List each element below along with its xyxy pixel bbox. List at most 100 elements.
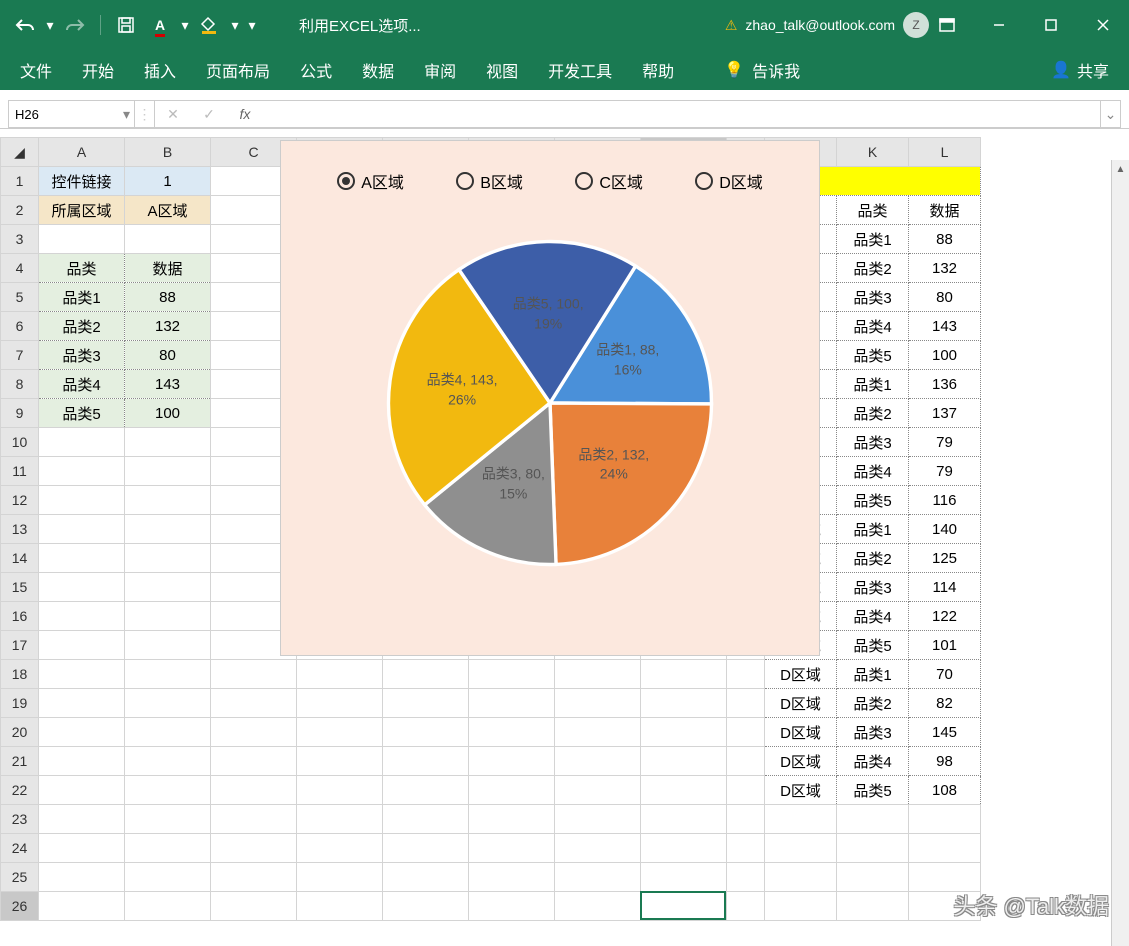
cell-K3[interactable]: 品类1 (837, 225, 909, 254)
cell-C19[interactable] (211, 689, 297, 718)
row-header-13[interactable]: 13 (1, 515, 39, 544)
cell-C18[interactable] (211, 660, 297, 689)
spreadsheet-grid[interactable]: ◢ A B C D E F G H I J K L 1控件链接1数据源2所属区域… (0, 137, 1129, 921)
cell-J24[interactable] (765, 834, 837, 863)
cell-H20[interactable] (641, 718, 727, 747)
cell-A3[interactable] (39, 225, 125, 254)
cell-C23[interactable] (211, 805, 297, 834)
row-header-7[interactable]: 7 (1, 341, 39, 370)
cell-H18[interactable] (641, 660, 727, 689)
cell-J26[interactable] (765, 892, 837, 921)
chart-container[interactable]: A区域 B区域 C区域 D区域 品类1, 88,16%品类2, 132,24%品… (280, 140, 820, 656)
row-header-16[interactable]: 16 (1, 602, 39, 631)
cell-K10[interactable]: 品类3 (837, 428, 909, 457)
cell-B25[interactable] (125, 863, 211, 892)
cell-J22[interactable]: D区域 (765, 776, 837, 805)
cell-C24[interactable] (211, 834, 297, 863)
cell-K23[interactable] (837, 805, 909, 834)
cell-D18[interactable] (297, 660, 383, 689)
cell-A23[interactable] (39, 805, 125, 834)
cell-K20[interactable]: 品类3 (837, 718, 909, 747)
cell-F22[interactable] (469, 776, 555, 805)
cell-A4[interactable]: 品类 (39, 254, 125, 283)
cell-K15[interactable]: 品类3 (837, 573, 909, 602)
cell-K4[interactable]: 品类2 (837, 254, 909, 283)
cancel-formula-button[interactable]: ✕ (155, 101, 191, 127)
cell-F19[interactable] (469, 689, 555, 718)
cell-L14[interactable]: 125 (909, 544, 981, 573)
cell-L21[interactable]: 98 (909, 747, 981, 776)
cell-H22[interactable] (641, 776, 727, 805)
radio-option-c[interactable]: C区域 (575, 169, 643, 193)
cell-A26[interactable] (39, 892, 125, 921)
cell-J21[interactable]: D区域 (765, 747, 837, 776)
tab-page-layout[interactable]: 页面布局 (206, 58, 270, 82)
row-header-5[interactable]: 5 (1, 283, 39, 312)
cell-A2[interactable]: 所属区域 (39, 196, 125, 225)
user-email[interactable]: zhao_talk@outlook.com (745, 17, 895, 33)
minimize-button[interactable] (973, 0, 1025, 50)
radio-option-d[interactable]: D区域 (695, 169, 763, 193)
cell-L24[interactable] (909, 834, 981, 863)
cell-B20[interactable] (125, 718, 211, 747)
cell-L16[interactable]: 122 (909, 602, 981, 631)
row-header-20[interactable]: 20 (1, 718, 39, 747)
cell-L5[interactable]: 80 (909, 283, 981, 312)
cell-A20[interactable] (39, 718, 125, 747)
cell-L17[interactable]: 101 (909, 631, 981, 660)
cell-B4[interactable]: 数据 (125, 254, 211, 283)
cell-G18[interactable] (555, 660, 641, 689)
undo-dropdown[interactable]: ▾ (44, 10, 56, 40)
cell-A22[interactable] (39, 776, 125, 805)
row-header-12[interactable]: 12 (1, 486, 39, 515)
tab-insert[interactable]: 插入 (144, 58, 176, 82)
cell-B8[interactable]: 143 (125, 370, 211, 399)
col-header-L[interactable]: L (909, 138, 981, 167)
cell-L12[interactable]: 116 (909, 486, 981, 515)
cell-K5[interactable]: 品类3 (837, 283, 909, 312)
cell-A12[interactable] (39, 486, 125, 515)
cell-L7[interactable]: 100 (909, 341, 981, 370)
cell-B7[interactable]: 80 (125, 341, 211, 370)
select-all-corner[interactable]: ◢ (1, 138, 39, 167)
row-header-2[interactable]: 2 (1, 196, 39, 225)
cell-J18[interactable]: D区域 (765, 660, 837, 689)
cell-K19[interactable]: 品类2 (837, 689, 909, 718)
cell-J25[interactable] (765, 863, 837, 892)
cell-E23[interactable] (383, 805, 469, 834)
cell-L25[interactable] (909, 863, 981, 892)
cell-B3[interactable] (125, 225, 211, 254)
row-header-3[interactable]: 3 (1, 225, 39, 254)
cell-B1[interactable]: 1 (125, 167, 211, 196)
share-button[interactable]: 👤 共享 (1051, 58, 1109, 82)
row-header-18[interactable]: 18 (1, 660, 39, 689)
cell-K2[interactable]: 品类 (837, 196, 909, 225)
row-header-6[interactable]: 6 (1, 312, 39, 341)
cell-A7[interactable]: 品类3 (39, 341, 125, 370)
cell-B26[interactable] (125, 892, 211, 921)
cell-K7[interactable]: 品类5 (837, 341, 909, 370)
cell-B6[interactable]: 132 (125, 312, 211, 341)
cell-I22[interactable] (727, 776, 765, 805)
qat-customize[interactable]: ▾ (245, 10, 259, 40)
row-header-17[interactable]: 17 (1, 631, 39, 660)
name-box-dropdown[interactable]: ▾ (119, 101, 135, 127)
row-header-15[interactable]: 15 (1, 573, 39, 602)
cell-A14[interactable] (39, 544, 125, 573)
cell-K16[interactable]: 品类4 (837, 602, 909, 631)
cell-B23[interactable] (125, 805, 211, 834)
cell-B15[interactable] (125, 573, 211, 602)
cell-E24[interactable] (383, 834, 469, 863)
row-header-21[interactable]: 21 (1, 747, 39, 776)
cell-K6[interactable]: 品类4 (837, 312, 909, 341)
cell-L11[interactable]: 79 (909, 457, 981, 486)
cell-C25[interactable] (211, 863, 297, 892)
cell-K11[interactable]: 品类4 (837, 457, 909, 486)
cell-F20[interactable] (469, 718, 555, 747)
cell-A21[interactable] (39, 747, 125, 776)
tab-help[interactable]: 帮助 (642, 58, 674, 82)
cell-A18[interactable] (39, 660, 125, 689)
cell-L22[interactable]: 108 (909, 776, 981, 805)
cell-A17[interactable] (39, 631, 125, 660)
cell-A9[interactable]: 品类5 (39, 399, 125, 428)
